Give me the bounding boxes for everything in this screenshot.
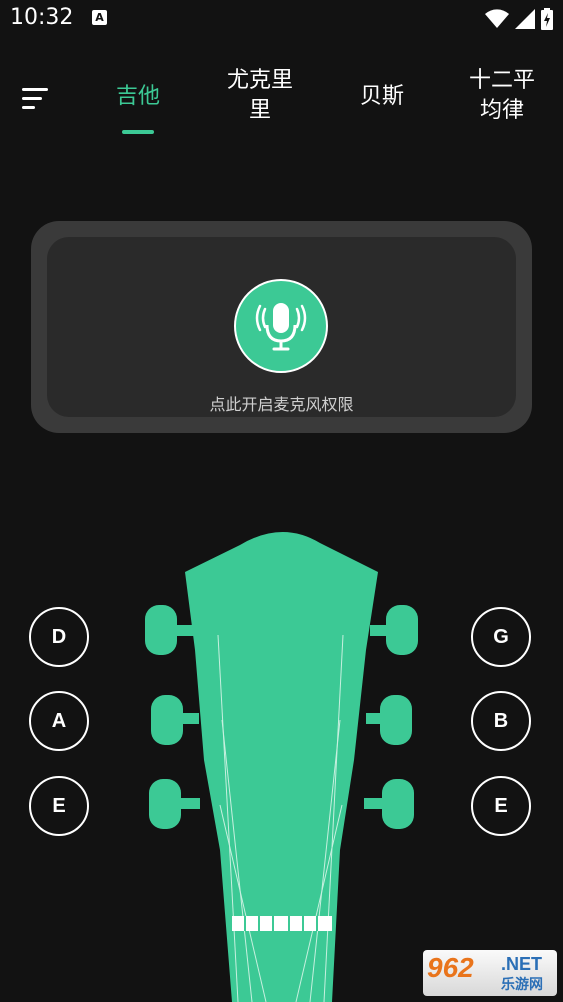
string-button-a[interactable]: A (29, 691, 89, 751)
top-navigation: 吉他 尤克里 里 贝斯 十二平 均律 (0, 60, 563, 140)
watermark-number: 962 (427, 952, 474, 983)
string-button-b[interactable]: B (471, 691, 531, 751)
tuner-peg-right-2 (366, 695, 412, 745)
tuner-peg-left-3 (149, 779, 200, 829)
menu-icon[interactable] (22, 86, 56, 114)
tab-bass[interactable]: 贝斯 (350, 82, 414, 112)
guitar-nut (232, 916, 332, 931)
tab-guitar-label: 吉他 (115, 84, 160, 109)
microphone-icon (255, 303, 307, 351)
watermark-net: .NET (501, 954, 543, 974)
string-button-d[interactable]: D (29, 607, 89, 667)
headstock-body (185, 531, 378, 1002)
mic-inner-panel[interactable]: 点此开启麦克风权限 (47, 237, 516, 417)
battery-icon (541, 8, 553, 30)
mic-permission-text[interactable]: 点此开启麦克风权限 (47, 391, 516, 415)
status-icons (485, 8, 553, 30)
tuner-peg-left-2 (151, 695, 199, 745)
wifi-icon (485, 9, 509, 28)
tab-ukulele-label-line2: 里 (248, 98, 271, 123)
tuner-peg-right-3 (364, 779, 414, 829)
tab-active-indicator (122, 130, 154, 134)
tuner-peg-left-1 (145, 605, 194, 655)
signal-icon (515, 9, 535, 29)
string-button-low-e[interactable]: E (29, 776, 89, 836)
tab-bass-label: 贝斯 (359, 84, 404, 109)
tab-twelve-tet[interactable]: 十二平 均律 (462, 66, 542, 126)
tab-ukulele[interactable]: 尤克里 里 (220, 66, 300, 126)
tab-ukulele-label-line1: 尤克里 (226, 68, 293, 93)
string-button-g[interactable]: G (471, 607, 531, 667)
tab-twelve-tet-label-line2: 均律 (479, 98, 524, 123)
watermark-site-name: 乐游网 (501, 977, 543, 993)
status-bar: 10:32 A (0, 0, 563, 40)
mic-button[interactable] (234, 279, 328, 373)
string-button-high-e[interactable]: E (471, 776, 531, 836)
mic-permission-panel: 点此开启麦克风权限 (31, 221, 532, 433)
watermark-logo: 962 .NET 乐游网 (423, 950, 557, 996)
status-time: 10:32 (10, 5, 74, 30)
tuner-peg-right-1 (370, 605, 418, 655)
tab-twelve-tet-label-line1: 十二平 (468, 68, 535, 93)
guitar-headstock (145, 531, 418, 1002)
notification-icon: A (92, 10, 107, 25)
tab-guitar[interactable]: 吉他 (108, 82, 168, 112)
